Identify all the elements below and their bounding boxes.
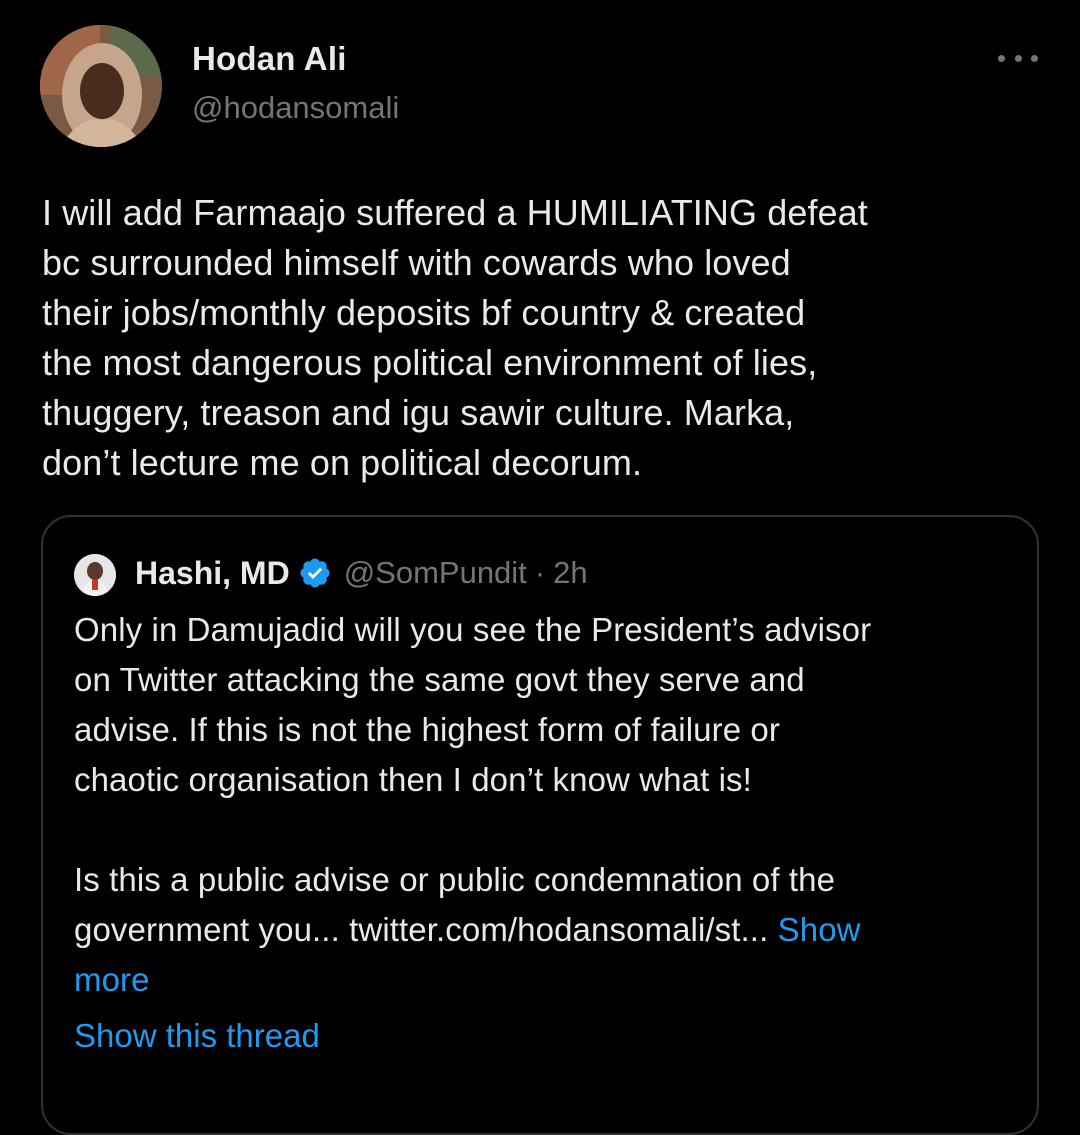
tweet: Hodan Ali @hodansomali I will add Farmaa… [0, 0, 1080, 1135]
show-this-thread-link[interactable]: Show this thread [74, 1017, 320, 1055]
author-handle[interactable]: @hodansomali [192, 90, 399, 126]
quoted-tweet-header: Hashi, MD @SomPundit · 2h [135, 549, 588, 597]
quoted-tweet-card[interactable]: Hashi, MD @SomPundit · 2h Only in Damuja… [41, 515, 1039, 1135]
dot [1014, 54, 1022, 62]
dot [1031, 54, 1038, 62]
quoted-author-handle[interactable]: @SomPundit [344, 555, 527, 591]
quoted-tweet-text: Only in Damujadid will you see the Presi… [74, 605, 1014, 1005]
quoted-tweet-timestamp[interactable]: 2h [553, 555, 587, 591]
quoted-author-display-name[interactable]: Hashi, MD [135, 555, 290, 592]
quoted-author-avatar[interactable] [74, 554, 116, 596]
dot [998, 54, 1005, 62]
quoted-tweet-paragraph-2-text: Is this a public advise or public condem… [74, 861, 836, 948]
separator-dot: · [534, 555, 546, 590]
author-display-name[interactable]: Hodan Ali [192, 40, 347, 78]
more-horizontal-icon[interactable] [998, 46, 1038, 70]
author-avatar[interactable] [40, 25, 162, 147]
tweet-text: I will add Farmaajo suffered a HUMILIATI… [42, 192, 868, 483]
quoted-tweet-paragraph-2: Is this a public advise or public condem… [74, 855, 1014, 1005]
quoted-tweet-paragraph-1: Only in Damujadid will you see the Presi… [74, 611, 872, 798]
verified-badge-icon [298, 556, 332, 590]
